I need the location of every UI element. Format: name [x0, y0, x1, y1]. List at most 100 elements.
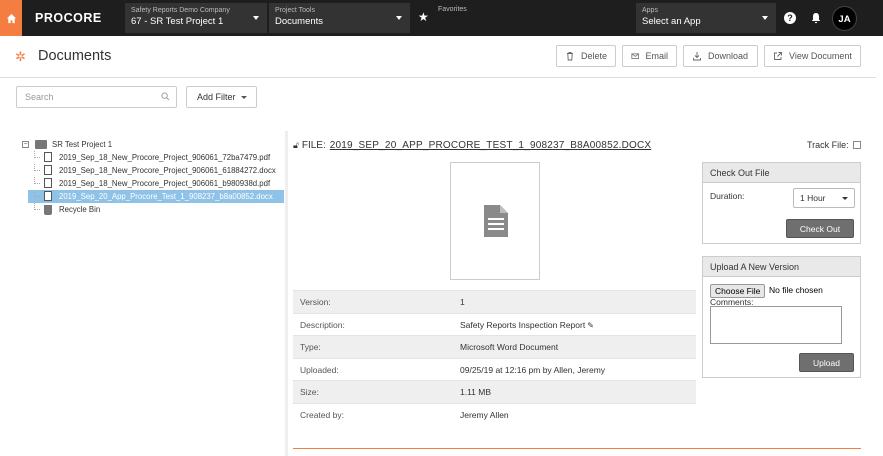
file-icon: [44, 165, 52, 175]
tree-branch-line: [34, 177, 40, 184]
tree-file-label: 2019_Sep_20_App_Procore_Test_1_908237_b8…: [59, 192, 273, 201]
page-title: Documents: [38, 48, 112, 64]
tree-file-label: 2019_Sep_18_New_Procore_Project_906061_7…: [59, 153, 271, 162]
duration-label: Duration:: [710, 191, 745, 201]
add-filter-label: Add Filter: [197, 92, 236, 102]
description-text: Safety Reports Inspection Report: [460, 319, 586, 330]
track-file-label: Track File:: [807, 140, 849, 150]
delete-button[interactable]: Delete: [556, 45, 616, 67]
favorites-menu[interactable]: ★ Favorites: [412, 0, 636, 36]
track-file: Track File:: [807, 140, 861, 150]
file-icon: [44, 178, 52, 188]
property-key: Type:: [300, 342, 321, 352]
view-document-label: View Document: [789, 51, 852, 61]
file-properties-table: Version: 1 Description: Safety Reports I…: [293, 290, 696, 425]
document-preview[interactable]: [450, 162, 540, 280]
company-name: Safety Reports Demo Company: [131, 7, 230, 14]
page-header: ✲ Documents Delete Email Download View D…: [0, 36, 876, 78]
user-avatar[interactable]: JA: [832, 5, 857, 31]
file-prefix: FILE:: [301, 140, 326, 151]
file-icon: [44, 191, 52, 201]
procore-logo[interactable]: PROCORE: [22, 0, 125, 36]
property-value: 1: [460, 297, 465, 307]
chevron-down-icon: [241, 96, 247, 99]
pencil-icon[interactable]: ✎: [587, 321, 594, 330]
table-row: Type: Microsoft Word Document: [293, 335, 696, 358]
property-key: Description:: [300, 319, 345, 330]
tree-file-label: 2019_Sep_18_New_Procore_Project_906061_b…: [59, 179, 271, 188]
apps-select[interactable]: Apps Select an App: [636, 3, 776, 33]
check-out-title: Check Out File: [703, 163, 860, 183]
home-button[interactable]: [0, 0, 22, 36]
upload-button[interactable]: Upload: [799, 353, 854, 372]
top-right-icons: ? JA: [784, 0, 857, 36]
email-label: Email: [645, 51, 668, 61]
tree-file-item[interactable]: 2019_Sep_18_New_Procore_Project_906061_7…: [20, 151, 284, 164]
unlock-icon: 🔓︎: [293, 140, 299, 150]
tree-folder-label: SR Test Project 1: [52, 140, 113, 149]
search-icon: [161, 92, 170, 101]
apps-value: Select an App: [642, 16, 701, 27]
bell-icon[interactable]: [810, 12, 822, 24]
help-icon[interactable]: ?: [784, 12, 796, 24]
property-key: Created by:: [300, 409, 344, 420]
comments-textarea[interactable]: [710, 306, 842, 344]
delete-label: Delete: [580, 51, 607, 61]
table-row: Size: 1.11 MB: [293, 380, 696, 403]
property-key: Size:: [300, 387, 319, 397]
tree-branch-line: [34, 203, 40, 210]
download-label: Download: [708, 51, 749, 61]
current-tool: Documents: [275, 16, 324, 27]
collapse-icon[interactable]: −: [22, 141, 29, 148]
file-name-link[interactable]: 2019_SEP_20_APP_PROCORE_TEST_1_908237_B8…: [330, 140, 652, 151]
check-out-panel: Check Out File Duration: 1 Hour Check Ou…: [702, 162, 861, 244]
tree-folder-root[interactable]: − SR Test Project 1: [20, 138, 284, 151]
tree-file-item-selected[interactable]: 2019_Sep_20_App_Procore_Test_1_908237_b8…: [28, 190, 284, 203]
external-link-icon: [774, 52, 782, 60]
file-header: 🔓︎ FILE: 2019_SEP_20_APP_PROCORE_TEST_1_…: [293, 140, 651, 151]
project-tools-select[interactable]: Project Tools Documents: [269, 3, 410, 33]
email-icon: [631, 53, 640, 59]
tree-recycle-bin[interactable]: Recycle Bin: [20, 203, 284, 216]
search-input[interactable]: Search: [16, 86, 177, 108]
folder-icon: [35, 140, 47, 149]
property-value: Jeremy Allen: [460, 409, 509, 420]
track-file-checkbox[interactable]: [852, 141, 861, 149]
apps-label: Apps: [642, 7, 658, 14]
add-filter-button[interactable]: Add Filter: [186, 86, 257, 108]
favorites-label: Favorites: [438, 6, 467, 13]
view-document-button[interactable]: View Document: [764, 45, 861, 67]
no-file-label: No file chosen: [769, 285, 823, 295]
duration-value: 1 Hour: [800, 193, 826, 203]
email-button[interactable]: Email: [622, 45, 677, 67]
pane-divider[interactable]: [285, 131, 288, 456]
top-nav-bar: PROCORE Safety Reports Demo Company 67 -…: [0, 0, 883, 36]
table-row: Uploaded: 09/25/19 at 12:16 pm by Allen,…: [293, 357, 696, 381]
table-row: Description: Safety Reports Inspection R…: [293, 312, 696, 336]
file-icon: [44, 152, 52, 162]
chevron-down-icon: [253, 16, 259, 20]
choose-file-button[interactable]: Choose File: [710, 284, 766, 298]
property-key: Uploaded:: [300, 364, 339, 375]
table-row: Created by: Jeremy Allen: [293, 402, 696, 426]
tree-file-label: 2019_Sep_18_New_Procore_Project_906061_6…: [59, 166, 276, 175]
trash-icon: [566, 52, 573, 61]
download-button[interactable]: Download: [683, 45, 758, 67]
company-project-select[interactable]: Safety Reports Demo Company 67 - SR Test…: [125, 3, 267, 33]
check-out-button[interactable]: Check Out: [786, 219, 854, 238]
property-value: Safety Reports Inspection Report ✎: [460, 320, 594, 330]
project-tools-label: Project Tools: [275, 7, 315, 14]
duration-select[interactable]: 1 Hour: [793, 188, 855, 208]
chevron-down-icon: [762, 16, 768, 20]
tree-file-item[interactable]: 2019_Sep_18_New_Procore_Project_906061_6…: [20, 164, 284, 177]
property-value: 1.11 MB: [460, 387, 492, 397]
tree-file-item[interactable]: 2019_Sep_18_New_Procore_Project_906061_b…: [20, 177, 284, 190]
chevron-down-icon: [396, 16, 402, 20]
table-row: Version: 1: [293, 290, 696, 313]
chevron-down-icon: [842, 197, 848, 200]
download-icon: [693, 52, 701, 61]
section-divider: [293, 448, 861, 449]
recycle-bin-label: Recycle Bin: [59, 205, 101, 214]
upload-title: Upload A New Version: [703, 257, 860, 277]
upload-version-panel: Upload A New Version Choose File No file…: [702, 256, 861, 378]
